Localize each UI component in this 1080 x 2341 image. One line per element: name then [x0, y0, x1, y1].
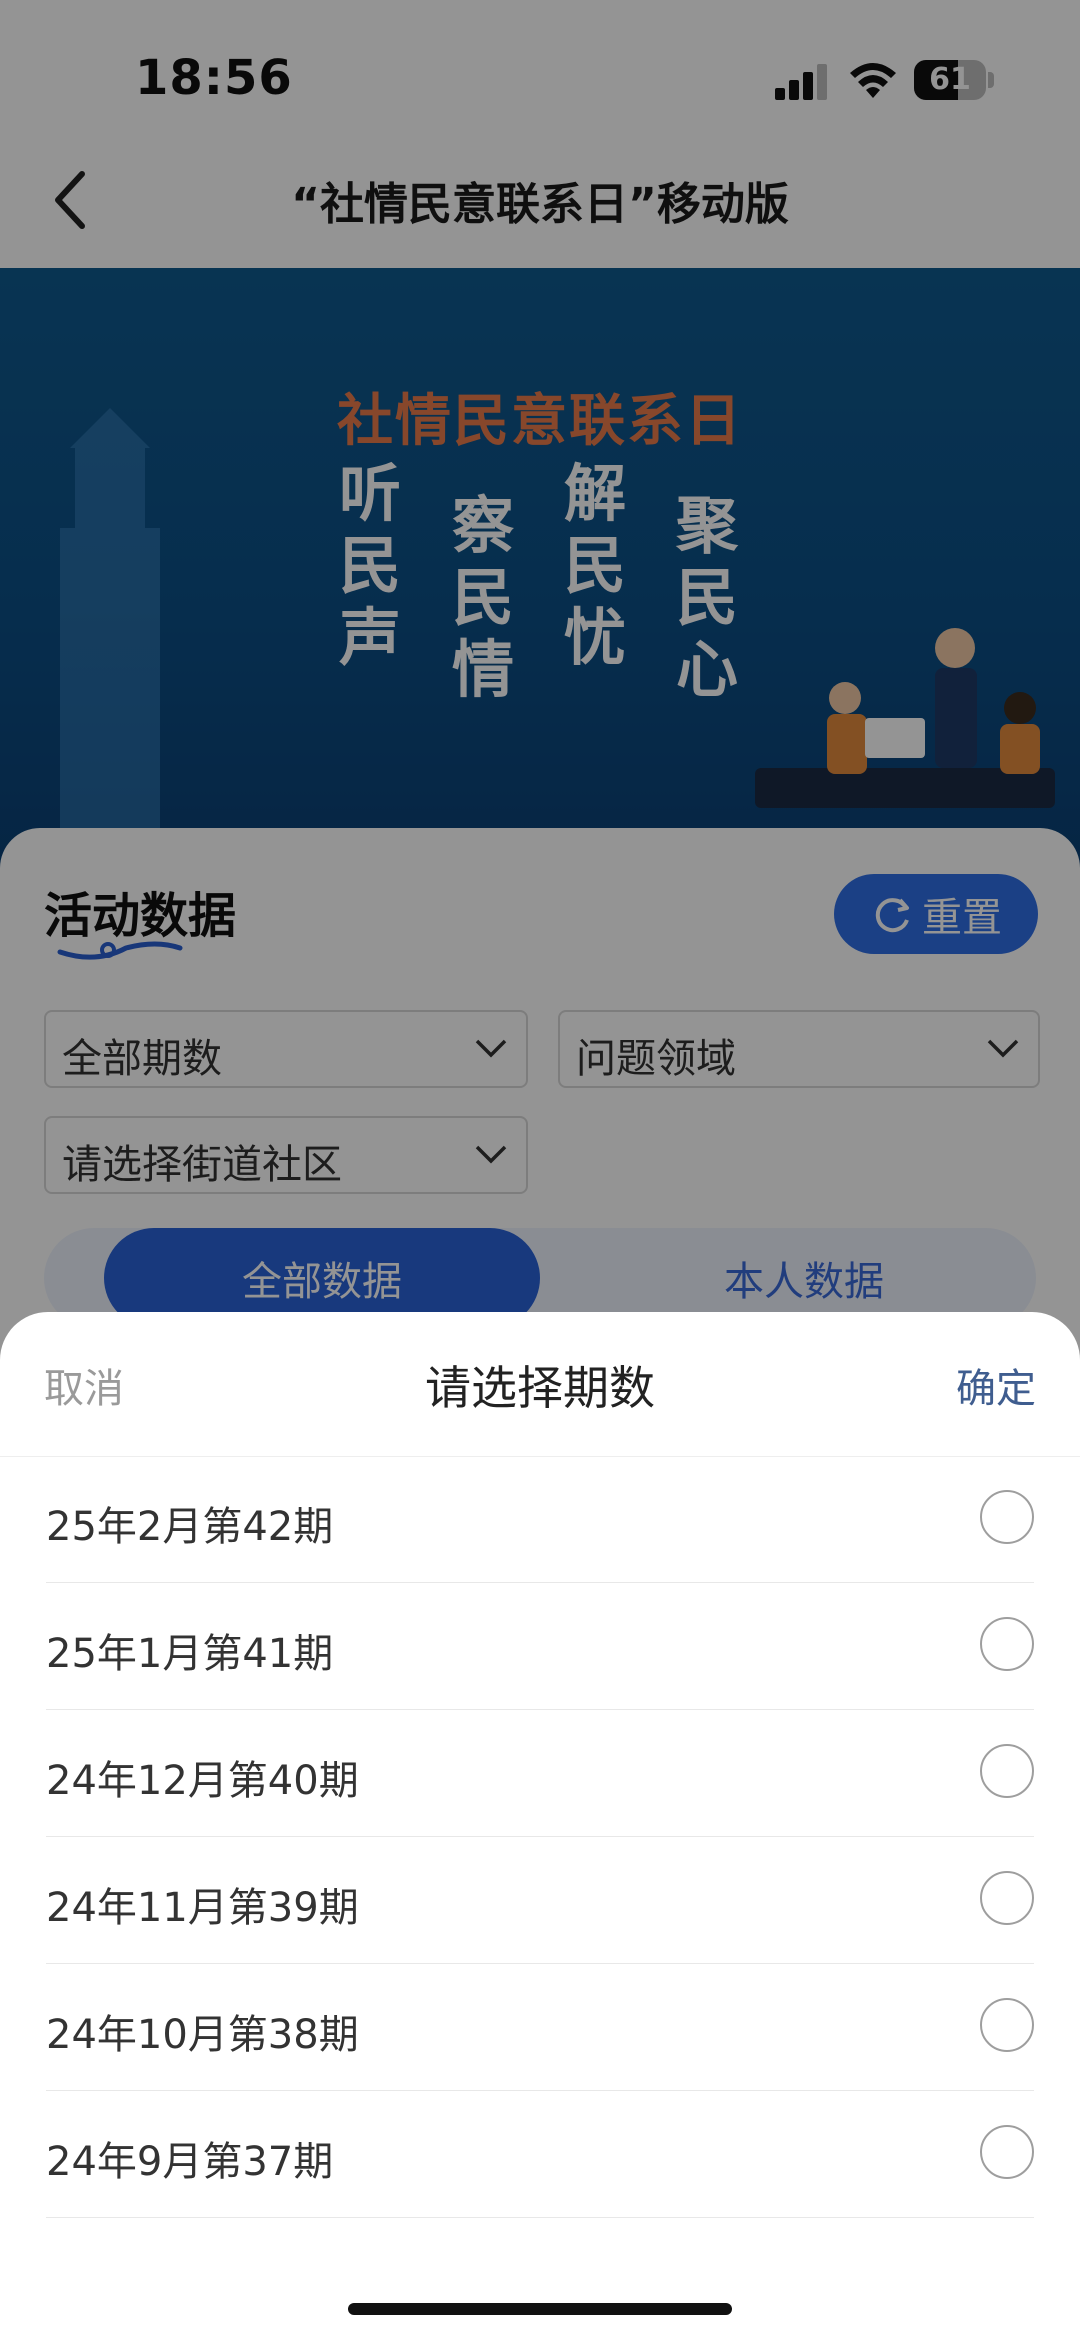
- radio-unchecked-icon[interactable]: [980, 2125, 1034, 2179]
- period-option-label: 24年9月第37期: [46, 2139, 334, 2185]
- period-option[interactable]: 25年1月第41期: [46, 1583, 1034, 1710]
- period-option-label: 24年10月第38期: [46, 2012, 359, 2058]
- radio-unchecked-icon[interactable]: [980, 1617, 1034, 1671]
- period-option[interactable]: 24年12月第40期: [46, 1710, 1034, 1837]
- radio-unchecked-icon[interactable]: [980, 1998, 1034, 2052]
- home-indicator[interactable]: [348, 2303, 732, 2315]
- confirm-button[interactable]: 确定: [956, 1356, 1036, 1414]
- period-option[interactable]: 24年10月第38期: [46, 1964, 1034, 2091]
- period-option-label: 24年12月第40期: [46, 1758, 359, 1804]
- sheet-header: 取消 请选择期数 确定: [0, 1312, 1080, 1457]
- period-option-label: 25年2月第42期: [46, 1504, 334, 1550]
- period-option-label: 25年1月第41期: [46, 1631, 334, 1677]
- period-picker-sheet: 取消 请选择期数 确定 25年2月第42期 25年1月第41期 24年12月第4…: [0, 1312, 1080, 2341]
- period-option-label: 24年11月第39期: [46, 1885, 359, 1931]
- radio-unchecked-icon[interactable]: [980, 1744, 1034, 1798]
- period-option[interactable]: 24年9月第37期: [46, 2091, 1034, 2218]
- radio-unchecked-icon[interactable]: [980, 1490, 1034, 1544]
- radio-unchecked-icon[interactable]: [980, 1871, 1034, 1925]
- period-option-list: 25年2月第42期 25年1月第41期 24年12月第40期 24年11月第39…: [0, 1456, 1080, 2218]
- period-option[interactable]: 24年11月第39期: [46, 1837, 1034, 1964]
- period-option[interactable]: 25年2月第42期: [46, 1456, 1034, 1583]
- sheet-title: 请选择期数: [425, 1361, 655, 1415]
